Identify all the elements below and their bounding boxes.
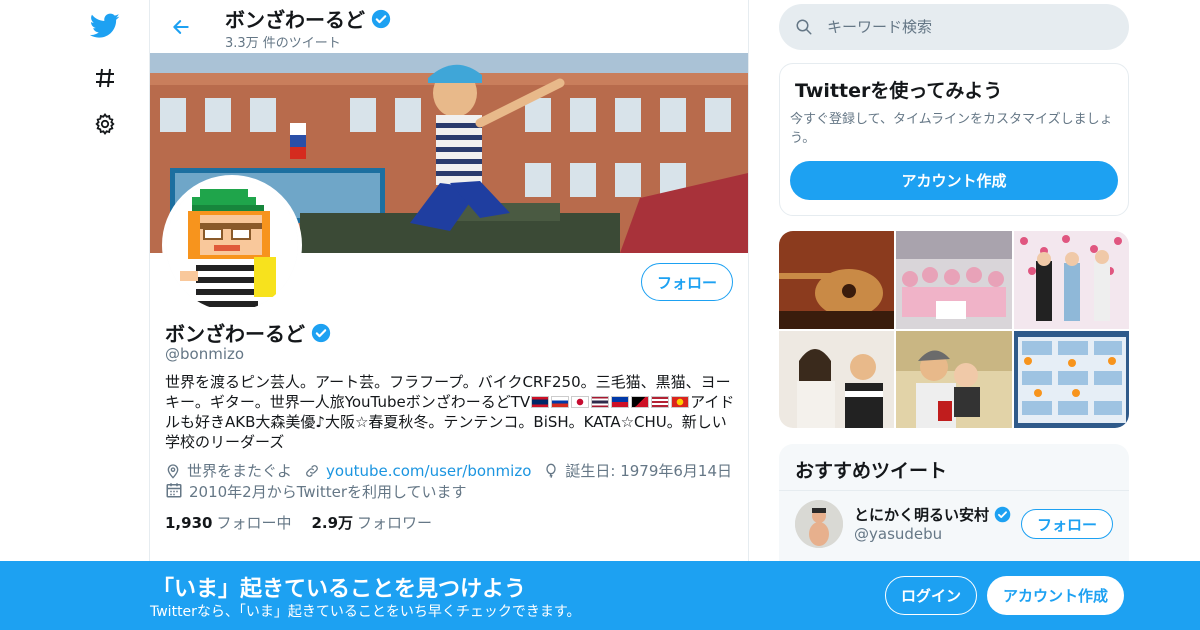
verified-badge-icon — [311, 323, 331, 342]
left-nav — [80, 0, 130, 630]
search-box[interactable] — [779, 4, 1129, 50]
korea-flag-icon — [571, 396, 590, 408]
twitter-logo-icon[interactable] — [90, 11, 120, 41]
search-input[interactable] — [827, 18, 1107, 36]
header-name-row: ボンざわーるど — [225, 4, 391, 33]
bottom-bar-subtitle: Twitterなら、「いま」起きていることをいち早くチェックできます。 — [150, 604, 581, 620]
calendar-icon — [166, 483, 182, 498]
verified-badge-icon — [371, 9, 391, 28]
media-gallery — [779, 231, 1129, 428]
philippines-flag-icon — [611, 396, 630, 408]
following-count: 1,930 — [165, 514, 213, 532]
following-stat[interactable]: 1,930 フォロー中 — [165, 512, 291, 533]
profile-page: ボンざわーるど 3.3万 件のツイート フォロー ボンざわーるど @bonmiz… — [0, 0, 1200, 630]
login-button[interactable]: ログイン — [885, 576, 977, 615]
location-item: 世界をまたぐよ — [165, 460, 292, 481]
signup-card: Twitterを使ってみよう 今すぐ登録して、タイムラインをカスタマイズしましょ… — [779, 63, 1129, 216]
recommended-user-avatar[interactable] — [795, 500, 843, 548]
media-thumbnail[interactable] — [779, 231, 895, 329]
media-thumbnail[interactable] — [896, 231, 1012, 329]
profile-name-row: ボンざわーるど — [165, 318, 331, 347]
vietnam-flag-icon — [671, 396, 690, 408]
header-display-name: ボンざわーるど — [225, 8, 365, 32]
profile-avatar[interactable] — [162, 175, 302, 315]
bottom-signup-bar: 「いま」起きていることを見つけよう Twitterなら、「いま」起きていることを… — [0, 561, 1200, 630]
recommended-user-handle[interactable]: @yasudebu — [854, 525, 942, 543]
profile-header-bar: ボンざわーるど 3.3万 件のツイート — [150, 0, 748, 53]
main-column: ボンざわーるど 3.3万 件のツイート フォロー ボンざわーるど @bonmiz… — [149, 0, 749, 630]
recommended-user-name: とにかく明るい安村 — [854, 506, 990, 524]
divider — [779, 490, 1129, 491]
website-item[interactable]: youtube.com/user/bonmizo — [304, 460, 531, 481]
followers-stat[interactable]: 2.9万 フォロワー — [311, 512, 432, 533]
signup-card-description: 今すぐ登録して、タイムラインをカスタマイズしましょう。 — [790, 112, 1113, 146]
balloon-icon — [546, 463, 557, 478]
bottom-create-account-button[interactable]: アカウント作成 — [987, 576, 1124, 615]
recommended-follow-button[interactable]: フォロー — [1021, 509, 1113, 539]
papua-new-guinea-flag-icon — [631, 396, 650, 408]
birthday-text: 誕生日: 1979年6月14日 — [565, 462, 733, 480]
recommended-user-name-row[interactable]: とにかく明るい安村 — [854, 504, 1011, 525]
profile-bio: 世界を渡るピン芸人。アート芸。フラフープ。バイクCRF250。三毛猫、黒猫、ヨー… — [165, 372, 740, 452]
profile-stats: 1,930 フォロー中 2.9万 フォロワー — [165, 512, 432, 533]
create-account-button[interactable]: アカウント作成 — [790, 161, 1118, 200]
joined-text: 2010年2月からTwitterを利用しています — [189, 483, 467, 501]
recommended-title: おすすめツイート — [795, 460, 948, 482]
profile-meta-row: 世界をまたぐよ youtube.com/user/bonmizo 誕生日: 19… — [165, 460, 732, 481]
media-thumbnail[interactable] — [1013, 330, 1129, 428]
laos-flag-icon — [531, 396, 550, 408]
media-thumbnail[interactable] — [779, 330, 895, 428]
location-pin-icon — [167, 463, 179, 479]
location-text: 世界をまたぐよ — [187, 462, 293, 480]
website-link[interactable]: youtube.com/user/bonmizo — [326, 462, 531, 480]
back-arrow-icon[interactable] — [164, 10, 198, 44]
verified-badge-icon — [994, 506, 1011, 523]
settings-gear-icon[interactable] — [90, 109, 120, 139]
followers-label: フォロワー — [357, 514, 433, 532]
profile-display-name: ボンざわーるど — [165, 322, 305, 346]
media-thumbnail[interactable] — [1013, 231, 1129, 329]
birthday-item: 誕生日: 1979年6月14日 — [543, 460, 732, 481]
hashtag-icon[interactable] — [90, 63, 120, 93]
search-icon — [796, 19, 812, 35]
following-label: フォロー中 — [216, 514, 292, 532]
joined-row: 2010年2月からTwitterを利用しています — [165, 481, 467, 502]
followers-count: 2.9万 — [311, 514, 354, 532]
follow-button[interactable]: フォロー — [641, 263, 733, 301]
russia-flag-icon — [551, 396, 570, 408]
profile-handle[interactable]: @bonmizo — [165, 345, 244, 363]
signup-card-title: Twitterを使ってみよう — [795, 80, 1003, 102]
media-thumbnail[interactable] — [896, 330, 1012, 428]
link-icon — [306, 464, 318, 477]
thailand-flag-icon — [591, 396, 610, 408]
usa-flag-icon — [651, 396, 670, 408]
bottom-bar-title: 「いま」起きていることを見つけよう — [152, 577, 527, 602]
tweet-count: 3.3万 件のツイート — [225, 36, 341, 51]
